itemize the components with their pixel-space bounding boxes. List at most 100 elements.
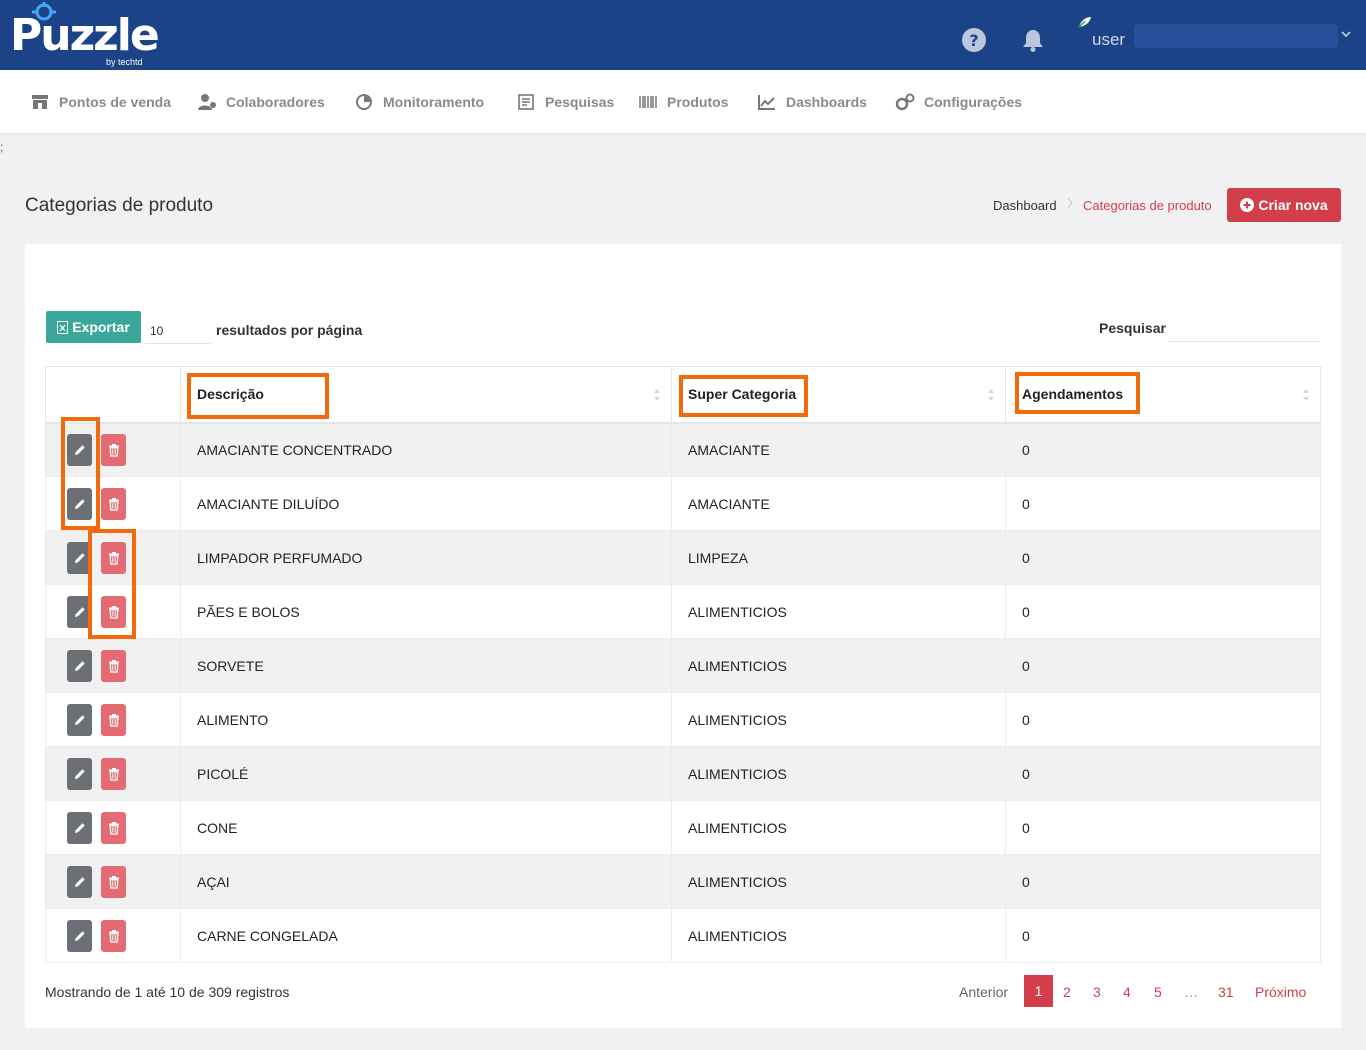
gears-icon — [895, 93, 915, 111]
leaf-icon — [1078, 17, 1091, 28]
column-header-agendamentos[interactable]: Agendamentos — [1005, 366, 1321, 424]
delete-button[interactable] — [101, 865, 126, 898]
column-header-descricao[interactable]: Descrição — [180, 366, 672, 424]
row-actions — [45, 422, 181, 477]
row-actions — [45, 530, 181, 585]
nav-item-pesquisas[interactable]: Pesquisas — [516, 70, 614, 134]
edit-button[interactable] — [67, 919, 92, 952]
help-icon[interactable]: ? — [961, 27, 987, 53]
cell-super-categoria: ALIMENTICIOS — [671, 584, 1006, 639]
nav-item-label: Configurações — [924, 94, 1023, 110]
pagination-page[interactable]: 31 — [1218, 984, 1234, 1000]
cell-agendamentos: 0 — [1005, 530, 1321, 585]
delete-button[interactable] — [101, 595, 126, 628]
survey-icon — [518, 94, 534, 110]
edit-button[interactable] — [67, 865, 92, 898]
nav-item-colaboradores[interactable]: Colaboradores — [197, 70, 325, 134]
user-menu[interactable]: user — [1078, 16, 1356, 56]
nav-item-label: Pontos de venda — [59, 94, 172, 110]
delete-button[interactable] — [101, 487, 126, 520]
edit-button[interactable] — [67, 595, 92, 628]
delete-button[interactable] — [101, 757, 126, 790]
row-actions — [45, 854, 181, 909]
trash-icon — [108, 875, 119, 889]
pencil-icon — [74, 714, 85, 725]
search-label: Pesquisar — [1099, 320, 1166, 336]
pencil-icon — [74, 606, 85, 617]
nav-item-configuracoes[interactable]: Configurações — [895, 70, 1022, 134]
page-title: Categorias de produto — [25, 195, 214, 216]
pagination-page[interactable]: 5 — [1154, 984, 1162, 1000]
pencil-icon — [74, 498, 85, 509]
table-row: AÇAI ALIMENTICIOS 0 — [45, 854, 1321, 909]
delete-button[interactable] — [101, 703, 126, 736]
user-info-redacted — [1134, 24, 1338, 48]
nav-item-monitoramento[interactable]: Monitoramento — [354, 70, 484, 134]
edit-button[interactable] — [67, 433, 92, 466]
table-row: ALIMENTO ALIMENTICIOS 0 — [45, 692, 1321, 747]
delete-button[interactable] — [101, 433, 126, 466]
pencil-icon — [74, 876, 85, 887]
column-header-label: Super Categoria — [688, 386, 797, 403]
nav-item-produtos[interactable]: Produtos — [638, 70, 728, 134]
pagination-page[interactable]: 3 — [1093, 984, 1101, 1000]
cell-super-categoria: ALIMENTICIOS — [671, 854, 1006, 909]
nav-item-label: Produtos — [667, 94, 729, 110]
pencil-icon — [74, 930, 85, 941]
table-row: AMACIANTE DILUÍDO AMACIANTE 0 — [45, 476, 1321, 531]
gear-icon — [32, 2, 56, 21]
bell-icon[interactable] — [1020, 27, 1046, 53]
delete-button[interactable] — [101, 541, 126, 574]
pencil-icon — [74, 660, 85, 671]
column-header-super-categoria[interactable]: Super Categoria — [671, 366, 1006, 424]
breadcrumb-dashboard[interactable]: Dashboard — [993, 198, 1057, 213]
cell-descricao: AMACIANTE CONCENTRADO — [180, 422, 672, 477]
delete-button[interactable] — [101, 811, 126, 844]
edit-button[interactable] — [67, 649, 92, 682]
nav-item-pontos-de-venda[interactable]: Pontos de venda — [30, 70, 171, 134]
cell-super-categoria: ALIMENTICIOS — [671, 800, 1006, 855]
delete-button[interactable] — [101, 649, 126, 682]
create-new-button[interactable]: Criar nova — [1227, 188, 1341, 222]
edit-button[interactable] — [67, 703, 92, 736]
row-actions — [45, 692, 181, 747]
cell-descricao: SORVETE — [180, 638, 672, 693]
cell-agendamentos: 0 — [1005, 800, 1321, 855]
cell-descricao: ALIMENTO — [180, 692, 672, 747]
create-new-label: Criar nova — [1258, 197, 1328, 213]
trash-icon — [108, 767, 119, 781]
nav-item-dashboards[interactable]: Dashboards — [757, 70, 867, 134]
search-input[interactable] — [1168, 318, 1321, 342]
cell-descricao: CARNE CONGELADA — [180, 908, 672, 963]
pagination-previous[interactable]: Anterior — [959, 984, 1008, 1000]
trash-icon — [108, 497, 119, 511]
column-header-label: Agendamentos — [1022, 386, 1124, 403]
pagination-page-current[interactable]: 1 — [1024, 975, 1053, 1007]
cell-super-categoria: ALIMENTICIOS — [671, 638, 1006, 693]
edit-button[interactable] — [67, 757, 92, 790]
column-header-label: Descrição — [197, 386, 264, 403]
trash-icon — [108, 605, 119, 619]
cell-descricao: PÃES E BOLOS — [180, 584, 672, 639]
cell-descricao: AMACIANTE DILUÍDO — [180, 476, 672, 531]
cell-agendamentos: 0 — [1005, 422, 1321, 477]
table-row: SORVETE ALIMENTICIOS 0 — [45, 638, 1321, 693]
pagination-page[interactable]: 4 — [1123, 984, 1131, 1000]
edit-button[interactable] — [67, 487, 92, 520]
sort-icon — [1303, 389, 1309, 401]
pagination-page[interactable]: 2 — [1063, 984, 1071, 1000]
edit-button[interactable] — [67, 541, 92, 574]
delete-button[interactable] — [101, 919, 126, 952]
edit-button[interactable] — [67, 811, 92, 844]
cell-super-categoria: LIMPEZA — [671, 530, 1006, 585]
cell-super-categoria: ALIMENTICIOS — [671, 692, 1006, 747]
export-button[interactable]: Exportar — [46, 311, 141, 343]
pencil-icon — [74, 552, 85, 563]
nav-item-label: Pesquisas — [545, 94, 615, 110]
logo[interactable]: Puzzle by techtd — [10, 2, 160, 68]
cell-descricao: CONE — [180, 800, 672, 855]
page-size-select[interactable] — [145, 318, 211, 344]
cell-descricao: LIMPADOR PERFUMADO — [180, 530, 672, 585]
cell-agendamentos: 0 — [1005, 854, 1321, 909]
pagination-next[interactable]: Próximo — [1255, 984, 1306, 1000]
